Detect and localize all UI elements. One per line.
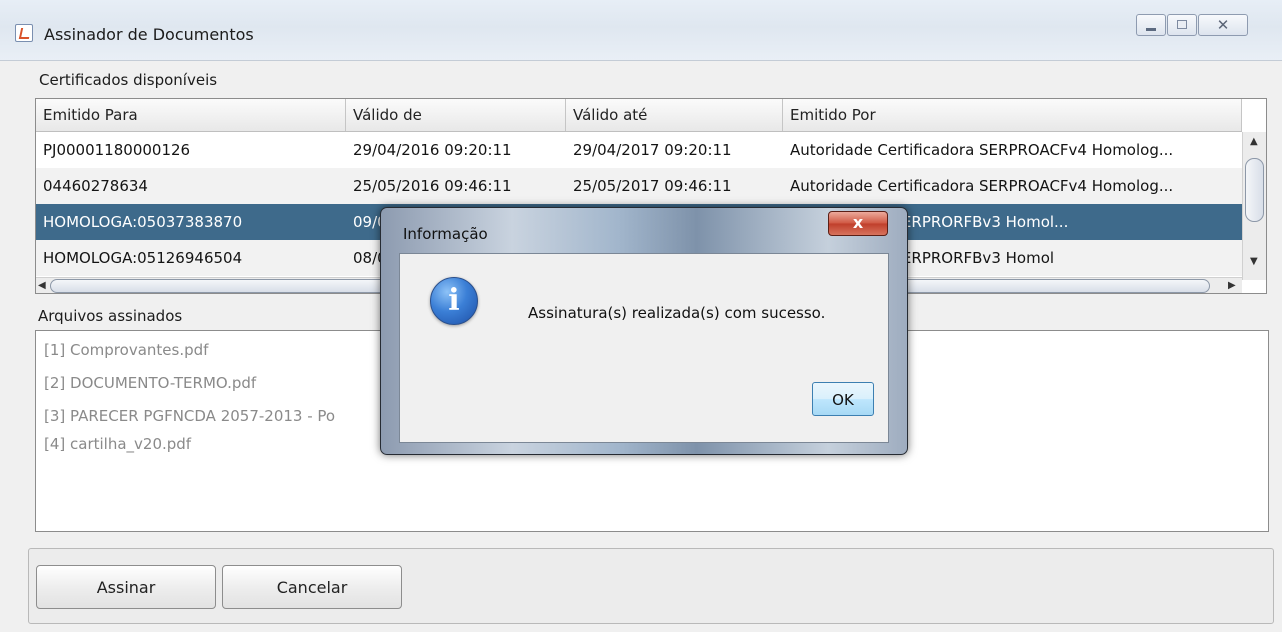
- list-item[interactable]: [4] cartilha_v20.pdf: [44, 435, 191, 453]
- dialog-body: i Assinatura(s) realizada(s) com sucesso…: [399, 253, 889, 443]
- cell-emitido-para: PJ00001180000126: [43, 141, 191, 159]
- window-title: Assinador de Documentos: [44, 25, 254, 44]
- close-icon: x: [852, 213, 864, 232]
- cell-emitido-para: HOMOLOGA:05126946504: [43, 249, 243, 267]
- java-app-icon: [15, 24, 33, 42]
- dialog-message: Assinatura(s) realizada(s) com sucesso.: [528, 304, 826, 322]
- list-item[interactable]: [3] PARECER PGFNCDA 2057-2013 - Po: [44, 407, 335, 425]
- sign-button[interactable]: Assinar: [36, 565, 216, 609]
- vertical-scrollbar[interactable]: ▲ ▼: [1242, 132, 1266, 280]
- cell-valido-de: 25/05/2016 09:46:11: [353, 177, 512, 195]
- cell-emitido-para: HOMOLOGA:05037383870: [43, 213, 243, 231]
- info-icon: i: [430, 277, 478, 325]
- cancel-button[interactable]: Cancelar: [222, 565, 402, 609]
- close-window-button[interactable]: ✕: [1198, 14, 1248, 36]
- maximize-button[interactable]: [1167, 14, 1197, 36]
- ok-button[interactable]: OK: [812, 382, 874, 416]
- column-header-emitido-por[interactable]: Emitido Por: [783, 99, 1242, 131]
- cell-valido-ate: 29/04/2017 09:20:11: [573, 141, 732, 159]
- scroll-down-arrow-icon[interactable]: ▼: [1250, 256, 1258, 267]
- vertical-scroll-thumb[interactable]: [1245, 158, 1264, 222]
- table-header: Emitido Para Válido de Válido até Emitid…: [36, 99, 1242, 132]
- signed-files-section-label: Arquivos assinados: [38, 307, 183, 325]
- certificates-section-label: Certificados disponíveis: [39, 71, 218, 89]
- table-row[interactable]: 04460278634 25/05/2016 09:46:11 25/05/20…: [36, 168, 1242, 204]
- minimize-button[interactable]: [1136, 14, 1166, 36]
- list-item[interactable]: [1] Comprovantes.pdf: [44, 341, 208, 359]
- cell-emitido-por: Autoridade Certificadora SERPROACFv4 Hom…: [790, 141, 1174, 159]
- column-header-valido-de[interactable]: Válido de: [346, 99, 566, 131]
- cell-emitido-por: Autoridade Certificadora SERPROACFv4 Hom…: [790, 177, 1174, 195]
- dialog-title: Informação: [403, 225, 488, 243]
- scroll-right-arrow-icon[interactable]: ▶: [1228, 280, 1236, 291]
- dialog-close-button[interactable]: x: [828, 211, 888, 236]
- list-item[interactable]: [2] DOCUMENTO-TERMO.pdf: [44, 374, 256, 392]
- column-header-valido-ate[interactable]: Válido até: [566, 99, 783, 131]
- info-dialog: Informação x i Assinatura(s) realizada(s…: [380, 207, 908, 455]
- scroll-left-arrow-icon[interactable]: ◀: [38, 280, 46, 291]
- cell-valido-de: 29/04/2016 09:20:11: [353, 141, 512, 159]
- cell-emitido-para: 04460278634: [43, 177, 148, 195]
- info-glyph: i: [448, 283, 460, 318]
- title-bar[interactable]: Assinador de Documentos ✕: [0, 0, 1282, 61]
- close-icon: ✕: [1216, 16, 1230, 34]
- scroll-up-arrow-icon[interactable]: ▲: [1250, 136, 1258, 147]
- column-header-emitido-para[interactable]: Emitido Para: [36, 99, 346, 131]
- table-row[interactable]: PJ00001180000126 29/04/2016 09:20:11 29/…: [36, 132, 1242, 168]
- cell-valido-ate: 25/05/2017 09:46:11: [573, 177, 732, 195]
